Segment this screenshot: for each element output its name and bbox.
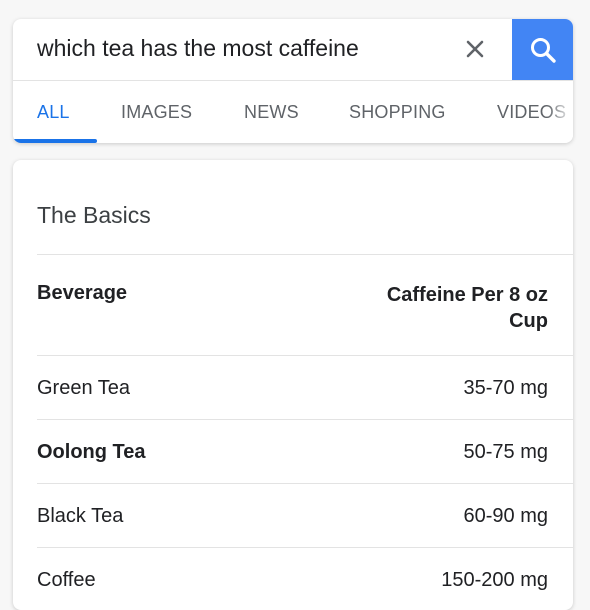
search-input[interactable]: which tea has the most caffeine (37, 35, 359, 62)
caffeine-cell: 150-200 mg (441, 569, 548, 591)
divider (37, 419, 573, 420)
divider (37, 355, 573, 356)
divider (37, 483, 573, 484)
basics-card: The Basics Beverage Caffeine Per 8 oz Cu… (13, 160, 573, 610)
tab-all[interactable]: ALL (37, 102, 70, 123)
beverage-cell: Green Tea (37, 377, 131, 399)
close-icon (466, 40, 484, 58)
section-title: The Basics (37, 202, 151, 228)
search-tabs: ALL IMAGES NEWS SHOPPING VIDEOS (13, 81, 573, 143)
beverage-cell: Black Tea (37, 505, 124, 527)
clear-button[interactable] (459, 33, 491, 65)
table-row: Coffee 150-200 mg (37, 569, 548, 599)
caffeine-cell: 35-70 mg (463, 377, 549, 399)
tab-shopping[interactable]: SHOPPING (349, 102, 446, 123)
table-row: Black Tea 60-90 mg (37, 505, 548, 535)
caffeine-cell: 60-90 mg (463, 505, 549, 527)
search-card: which tea has the most caffeine ALL IMAG… (13, 19, 573, 143)
tab-images[interactable]: IMAGES (121, 102, 192, 123)
divider (37, 547, 573, 548)
table-row: Oolong Tea 50-75 mg (37, 441, 548, 471)
beverage-cell: Coffee (37, 569, 96, 591)
search-bar: which tea has the most caffeine (13, 19, 573, 81)
magnifier-icon (530, 37, 556, 63)
tab-news[interactable]: NEWS (244, 102, 299, 123)
column-header-caffeine: Caffeine Per 8 oz Cup (386, 284, 548, 332)
active-tab-indicator (13, 139, 97, 143)
divider (37, 254, 573, 255)
beverage-cell: Oolong Tea (37, 441, 146, 463)
search-button[interactable] (512, 19, 573, 80)
caffeine-cell: 50-75 mg (463, 441, 549, 463)
tabs-fade-overlay (547, 81, 573, 143)
column-header-beverage: Beverage (37, 282, 128, 304)
table-row: Green Tea 35-70 mg (37, 377, 548, 407)
